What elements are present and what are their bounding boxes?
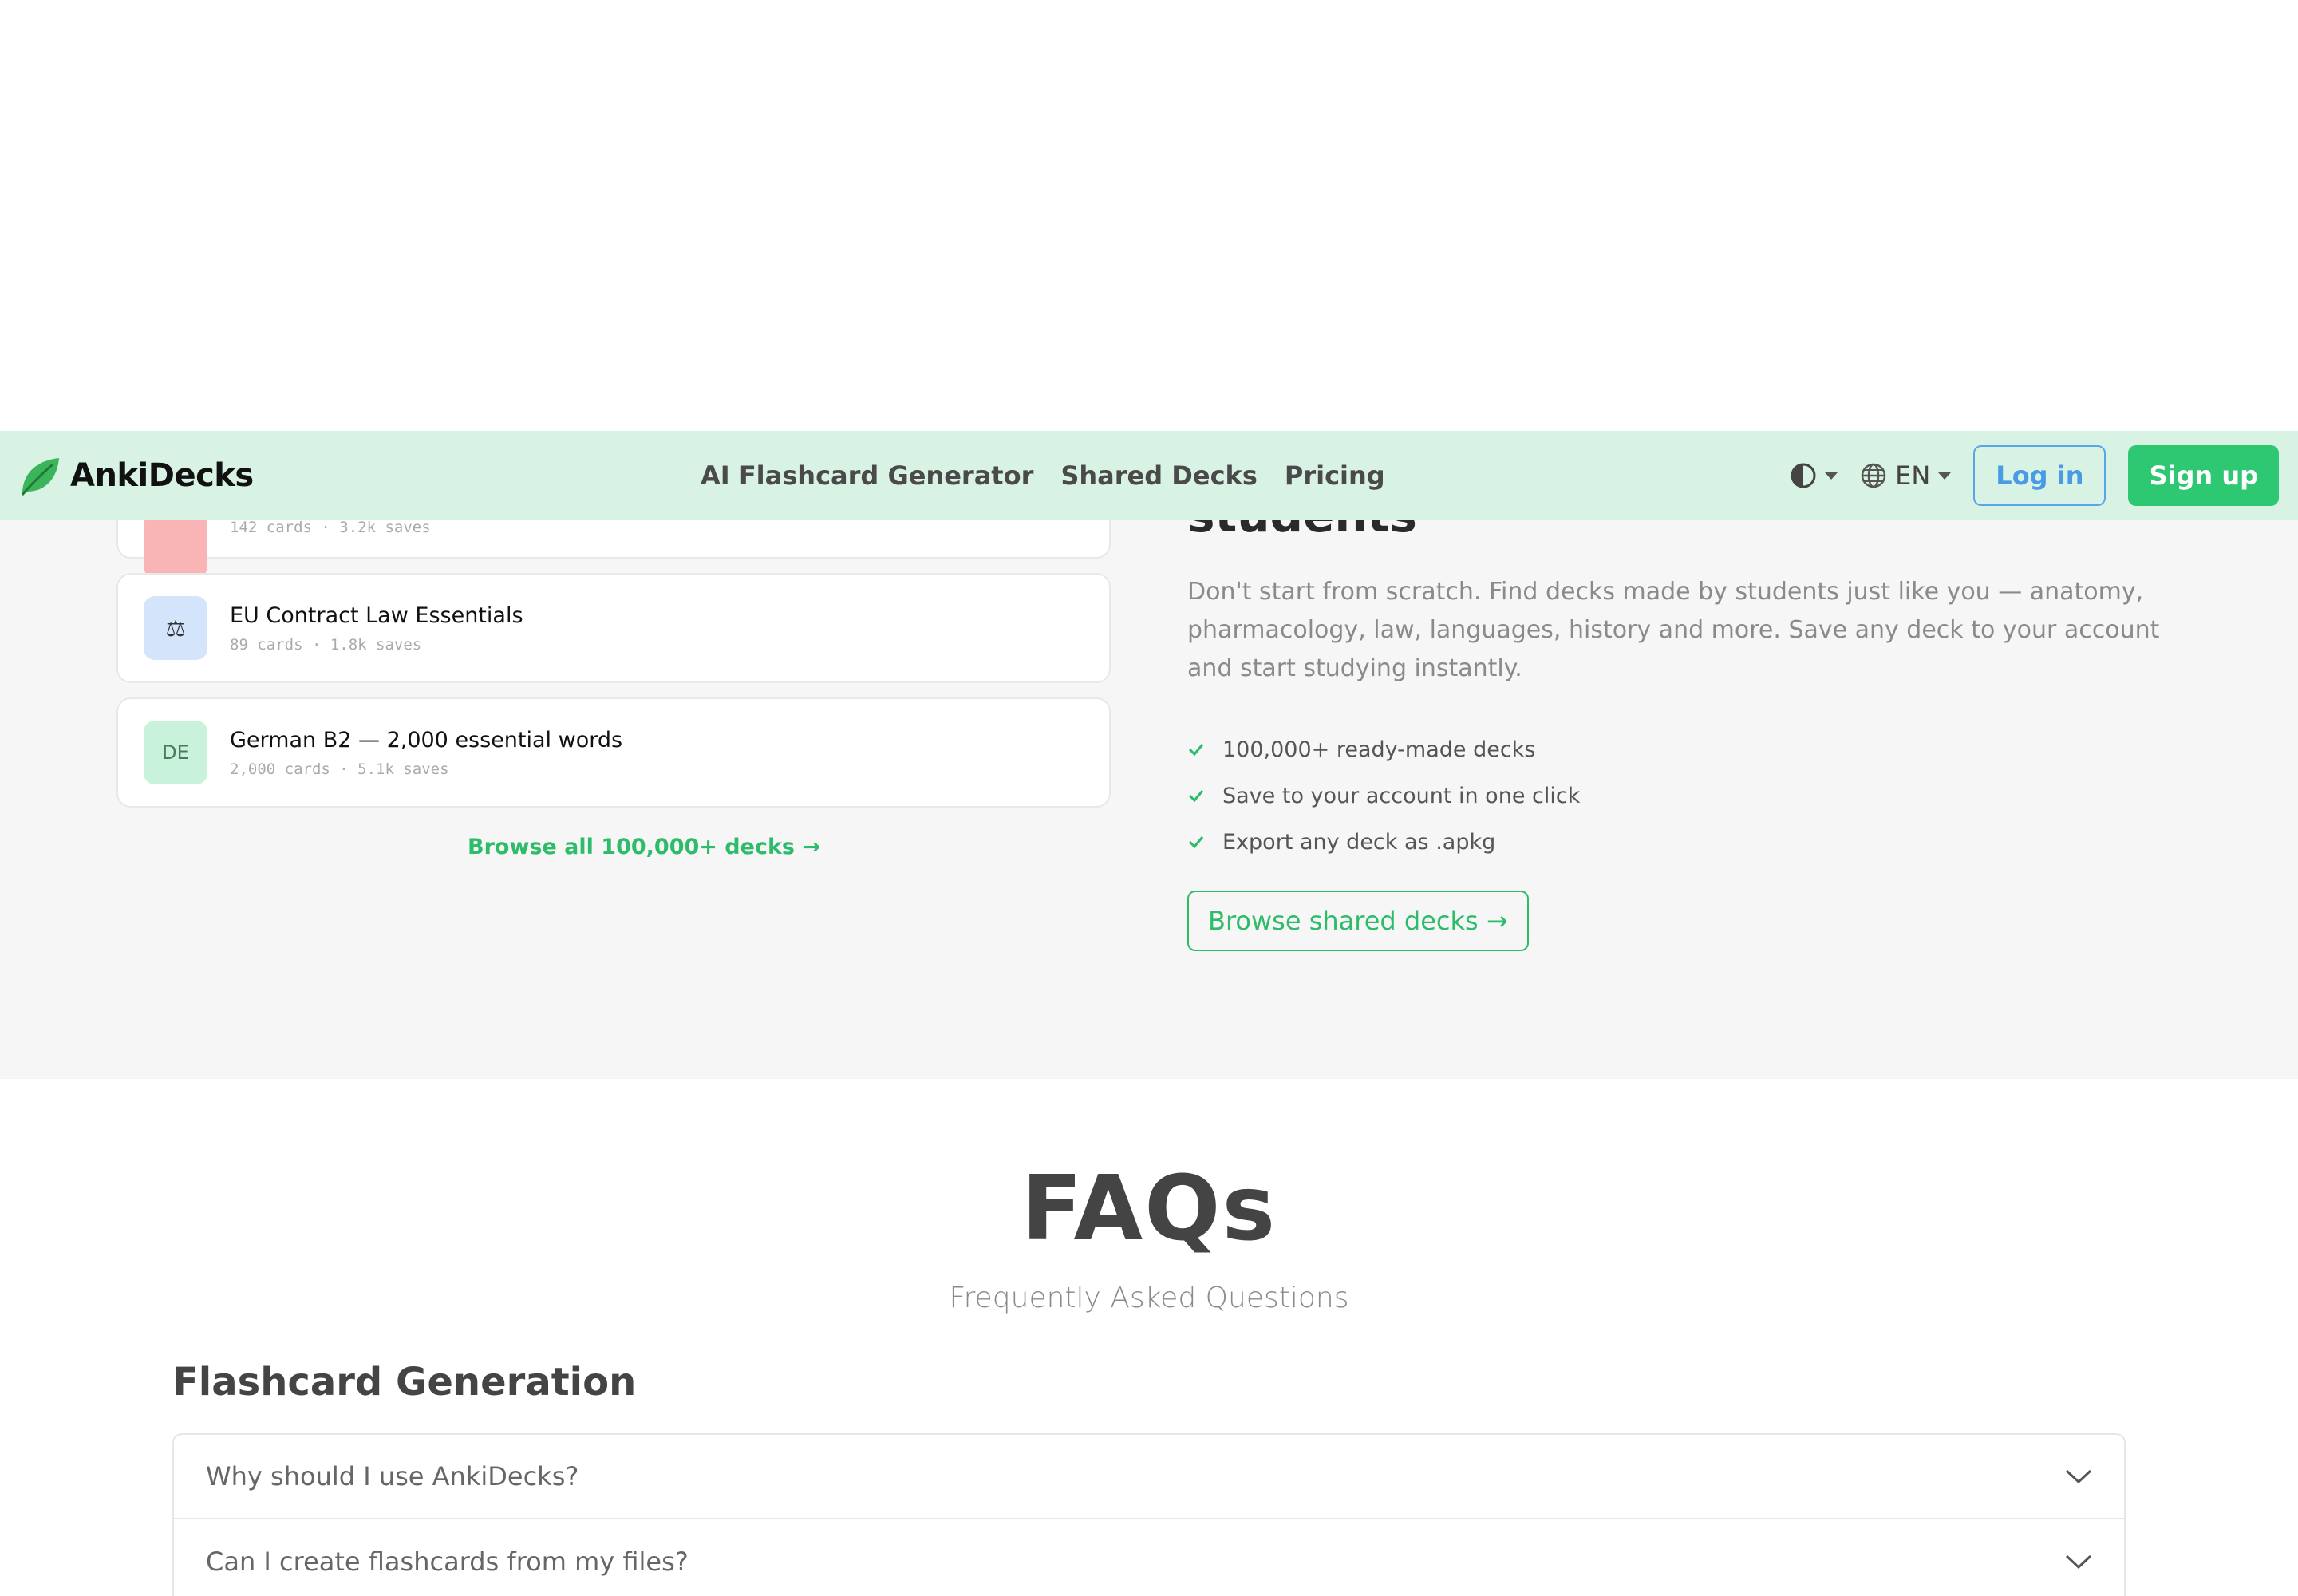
globe-icon	[1861, 463, 1886, 488]
chevron-down-icon	[2065, 1555, 2092, 1570]
language-selector[interactable]: EN	[1860, 460, 1952, 491]
contrast-icon	[1791, 463, 1816, 488]
brand-name: AnkiDecks	[70, 457, 254, 494]
signup-button[interactable]: Sign up	[2128, 445, 2279, 506]
deck-card[interactable]: ⚖ EU Contract Law Essentials 89 cards · …	[116, 573, 1111, 683]
nav-pricing[interactable]: Pricing	[1285, 460, 1385, 491]
chevron-down-icon	[2065, 1469, 2092, 1484]
faq-question: Can I create flashcards from my files?	[206, 1547, 689, 1577]
browse-shared-decks-button[interactable]: Browse shared decks →	[1187, 891, 1529, 951]
nav-shared-decks[interactable]: Shared Decks	[1060, 460, 1258, 491]
deck-meta: 2,000 cards · 5.1k saves	[230, 760, 449, 778]
login-button[interactable]: Log in	[1973, 445, 2106, 506]
chevron-down-icon	[1938, 472, 1952, 480]
nav-actions: EN Log in Sign up	[1790, 431, 2279, 520]
chevron-down-icon	[1825, 472, 1838, 480]
deck-title: EU Contract Law Essentials	[230, 602, 523, 628]
check-icon	[1188, 836, 1204, 849]
leaf-logo-icon	[21, 458, 59, 496]
nav-ai-flashcard-generator[interactable]: AI Flashcard Generator	[701, 460, 1033, 491]
faq-category-heading: Flashcard Generation	[172, 1360, 637, 1404]
faq-item[interactable]: Why should I use AnkiDecks?	[174, 1435, 2124, 1519]
main-nav: AI Flashcard Generator Shared Decks Pric…	[701, 431, 1385, 520]
faq-item[interactable]: Can I create flashcards from my files?	[174, 1519, 2124, 1596]
deck-card[interactable]: DE German B2 — 2,000 essential words 2,0…	[116, 697, 1111, 808]
feature-text: Export any deck as .apkg	[1222, 829, 1496, 855]
feature-item: 100,000+ ready-made decks	[1187, 726, 1580, 772]
faq-subtitle: Frequently Asked Questions	[949, 1282, 1349, 1314]
brand-link[interactable]: AnkiDecks	[18, 431, 254, 520]
language-label: EN	[1895, 460, 1931, 491]
faq-title: FAQs	[1021, 1157, 1277, 1261]
deck-thumbnail: DE	[144, 721, 207, 784]
faq-question: Why should I use AnkiDecks?	[206, 1461, 579, 1491]
deck-title: German B2 — 2,000 essential words	[230, 727, 623, 753]
feature-item: Save to your account in one click	[1187, 772, 1580, 819]
navbar: AnkiDecks AI Flashcard Generator Shared …	[0, 431, 2298, 520]
check-icon	[1188, 744, 1204, 757]
deck-meta: 89 cards · 1.8k saves	[230, 635, 422, 654]
faq-accordion: Why should I use AnkiDecks? Can I create…	[172, 1433, 2126, 1596]
feature-text: Save to your account in one click	[1222, 783, 1581, 808]
feature-list: 100,000+ ready-made decks Save to your a…	[1187, 726, 1580, 865]
feature-text: 100,000+ ready-made decks	[1222, 737, 1536, 762]
deck-meta: 142 cards · 3.2k saves	[230, 519, 431, 536]
section-description: Don't start from scratch. Find decks mad…	[1187, 578, 2160, 682]
browse-all-decks-link[interactable]: Browse all 100,000+ decks →	[468, 835, 820, 859]
feature-item: Export any deck as .apkg	[1187, 819, 1580, 865]
scales-icon: ⚖	[144, 596, 207, 660]
check-icon	[1188, 790, 1204, 803]
deck-thumbnail	[144, 514, 207, 578]
theme-toggle[interactable]	[1790, 462, 1838, 489]
